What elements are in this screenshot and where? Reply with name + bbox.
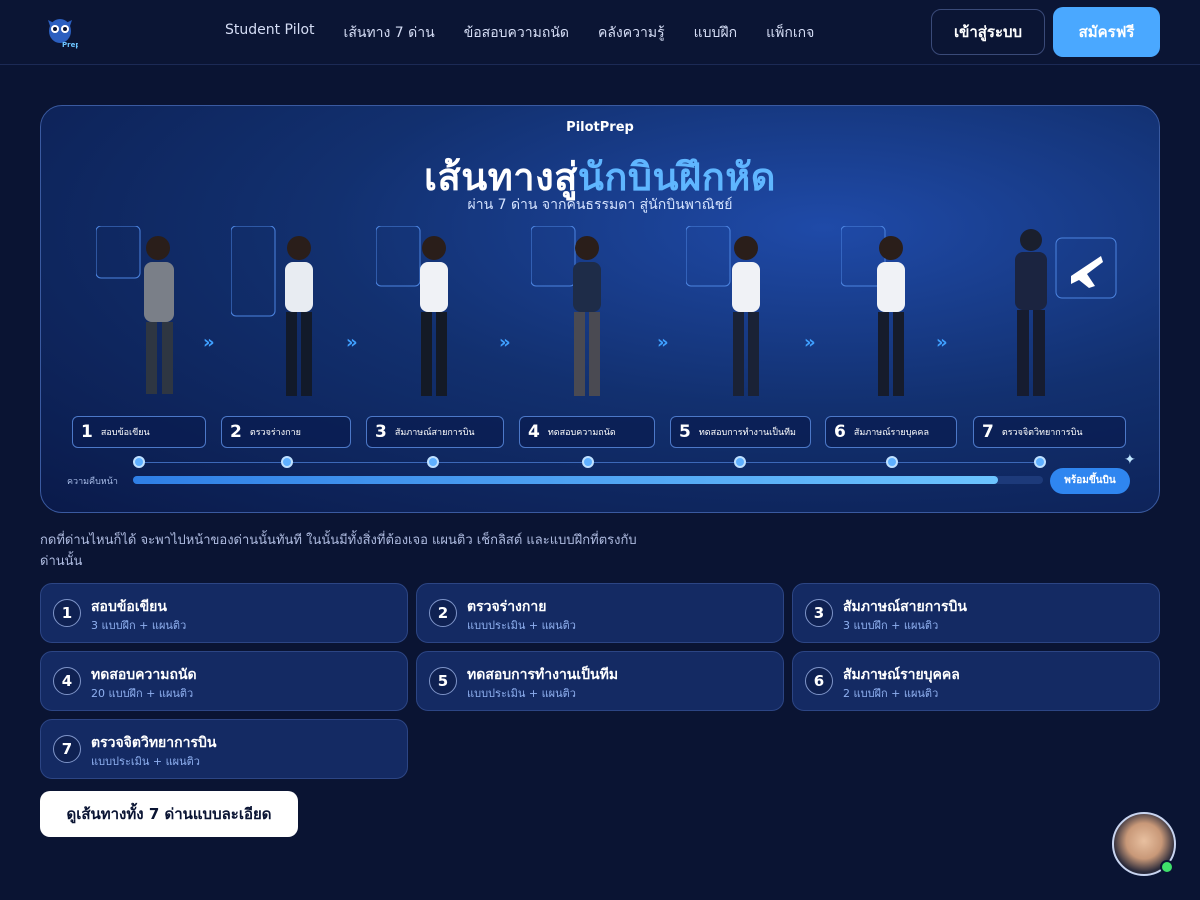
stage-dot — [1034, 456, 1046, 468]
stage-dot — [886, 456, 898, 468]
aptitude-figure-illustration — [531, 226, 601, 396]
stage-dot — [133, 456, 145, 468]
stage-number-badge: 4 — [53, 667, 81, 695]
hero-stage-number: 4 — [528, 422, 540, 442]
hero-stage-7[interactable]: 7 ตรวจจิตวิทยาการบิน — [973, 416, 1126, 448]
stage-card-7[interactable]: 7 ตรวจจิตวิทยาการบิน แบบประเมิน + แผนติว — [40, 719, 408, 779]
progress-fill — [133, 476, 998, 484]
stage-number-badge: 1 — [53, 599, 81, 627]
hero-stage-4[interactable]: 4 ทดสอบความถนัด — [519, 416, 655, 448]
hero-stage-label: ทดสอบความถนัด — [547, 428, 616, 438]
stage-card-4[interactable]: 4 ทดสอบความถนัด 20 แบบฝึก + แผนติว — [40, 651, 408, 711]
hero-title-main: เส้นทางสู่ — [424, 155, 578, 199]
stage-number-badge: 7 — [53, 735, 81, 763]
stage-card-subtitle: 3 แบบฝึก + แผนติว — [843, 619, 939, 632]
progress-label: ความคืบหน้า — [67, 477, 118, 487]
stage-card-title: สัมภาษณ์สายการบิน — [843, 599, 968, 615]
stage-card-title: ตรวจจิตวิทยาการบิน — [91, 735, 217, 751]
stage-card-5[interactable]: 5 ทดสอบการทำงานเป็นทีม แบบประเมิน + แผนต… — [416, 651, 784, 711]
stage-card-title: ทดสอบการทำงานเป็นทีม — [467, 667, 619, 683]
stage-number-badge: 6 — [805, 667, 833, 695]
hero-stage-2[interactable]: 2 ตรวจร่างกาย — [221, 416, 351, 448]
online-status-dot — [1160, 860, 1174, 874]
medical-figure-illustration — [231, 226, 313, 396]
main-nav: Student Pilot เส้นทาง 7 ด่าน ข้อสอบความถ… — [225, 22, 843, 44]
chevron-right-icon: » — [203, 332, 215, 353]
nav-7-stages[interactable]: เส้นทาง 7 ด่าน — [344, 22, 435, 44]
stage-card-subtitle: 20 แบบฝึก + แผนติว — [91, 687, 194, 700]
student-figure-illustration — [96, 226, 174, 394]
hero-stage-number: 7 — [982, 422, 994, 442]
stage-dot — [281, 456, 293, 468]
stage-card-subtitle: แบบประเมิน + แผนติว — [467, 687, 576, 700]
stage-card-subtitle: 3 แบบฝึก + แผนติว — [91, 619, 187, 632]
stage-card-title: ทดสอบความถนัด — [91, 667, 197, 683]
hero-stage-number: 2 — [230, 422, 242, 442]
stage-card-title: ตรวจร่างกาย — [467, 599, 547, 615]
chevron-right-icon: » — [499, 332, 511, 353]
stage-card-2[interactable]: 2 ตรวจร่างกาย แบบประเมิน + แผนติว — [416, 583, 784, 643]
personal-interview-figure-illustration — [841, 226, 905, 396]
top-navbar: Prep Student Pilot เส้นทาง 7 ด่าน ข้อสอบ… — [0, 0, 1200, 65]
login-button[interactable]: เข้าสู่ระบบ — [931, 9, 1045, 55]
stage-card-6[interactable]: 6 สัมภาษณ์รายบุคคล 2 แบบฝึก + แผนติว — [792, 651, 1160, 711]
hero-brand: PilotPrep — [566, 120, 634, 135]
hero-title-accent: นักบินฝึกหัด — [577, 155, 776, 199]
stage-card-title: สอบข้อเขียน — [91, 599, 167, 615]
stage-number-badge: 3 — [805, 599, 833, 627]
stage-card-subtitle: แบบประเมิน + แผนติว — [91, 755, 200, 768]
stage-dot — [734, 456, 746, 468]
chevron-right-icon: » — [804, 332, 816, 353]
hero-stage-number: 5 — [679, 422, 691, 442]
hero-stage-label: สัมภาษณ์สายการบิน — [394, 428, 475, 438]
chevron-right-icon: » — [657, 332, 669, 353]
stage-card-title: สัมภาษณ์รายบุคคล — [843, 667, 960, 683]
stage-instructions: กดที่ด่านไหนก็ได้ จะพาไปหน้าของด่านนั้นท… — [40, 533, 637, 569]
stage-number-badge: 2 — [429, 599, 457, 627]
hero-banner[interactable]: PilotPrep เส้นทางสู่นักบินฝึกหัด ผ่าน 7 … — [40, 105, 1160, 513]
hero-stage-label: ตรวจจิตวิทยาการบิน — [1001, 428, 1083, 438]
hero-stage-label: ตรวจร่างกาย — [249, 428, 301, 438]
hero-stage-number: 1 — [81, 422, 93, 442]
pilot-figure-illustration — [1015, 229, 1117, 396]
logo-text: Prep — [62, 41, 78, 49]
hero-stage-label: สอบข้อเขียน — [100, 428, 150, 438]
stage-card-3[interactable]: 3 สัมภาษณ์สายการบิน 3 แบบฝึก + แผนติว — [792, 583, 1160, 643]
nav-knowledge-base[interactable]: คลังความรู้ — [598, 22, 665, 44]
teamwork-figure-illustration — [686, 226, 760, 396]
nav-aptitude-test[interactable]: ข้อสอบความถนัด — [464, 22, 569, 44]
sparkle-icon: ✦ — [1124, 452, 1136, 468]
hero-stage-label: ทดสอบการทำงานเป็นทีม — [698, 428, 796, 438]
nav-practice[interactable]: แบบฝึก — [694, 22, 737, 44]
stage-dot — [427, 456, 439, 468]
stage-number-badge: 5 — [429, 667, 457, 695]
nav-student-pilot[interactable]: Student Pilot — [225, 22, 315, 44]
owl-logo-icon[interactable]: Prep — [42, 14, 78, 50]
signup-button[interactable]: สมัครฟรี — [1053, 7, 1160, 57]
hero-stage-label: สัมภาษณ์รายบุคคล — [853, 428, 929, 438]
stage-dot — [582, 456, 594, 468]
ready-to-fly-badge: พร้อมขึ้นบิน — [1050, 468, 1130, 494]
view-all-stages-button[interactable]: ดูเส้นทางทั้ง 7 ด่านแบบละเอียด — [40, 791, 298, 837]
progress-track — [133, 476, 1043, 484]
stage-card-subtitle: แบบประเมิน + แผนติว — [467, 619, 576, 632]
interview-figure-illustration — [376, 226, 448, 396]
hero-stage-3[interactable]: 3 สัมภาษณ์สายการบิน — [366, 416, 504, 448]
hero-subtitle: ผ่าน 7 ด่าน จากคนธรรมดา สู่นักบินพาณิชย์ — [467, 197, 733, 213]
hero-stage-6[interactable]: 6 สัมภาษณ์รายบุคคล — [825, 416, 957, 448]
hero-stage-5[interactable]: 5 ทดสอบการทำงานเป็นทีม — [670, 416, 811, 448]
stage-card-1[interactable]: 1 สอบข้อเขียน 3 แบบฝึก + แผนติว — [40, 583, 408, 643]
hero-stage-number: 6 — [834, 422, 846, 442]
chevron-right-icon: » — [936, 332, 948, 353]
hero-stage-number: 3 — [375, 422, 387, 442]
stage-card-subtitle: 2 แบบฝึก + แผนติว — [843, 687, 939, 700]
hero-stage-1[interactable]: 1 สอบข้อเขียน — [72, 416, 206, 448]
nav-packages[interactable]: แพ็กเกจ — [766, 22, 814, 44]
chevron-right-icon: » — [346, 332, 358, 353]
